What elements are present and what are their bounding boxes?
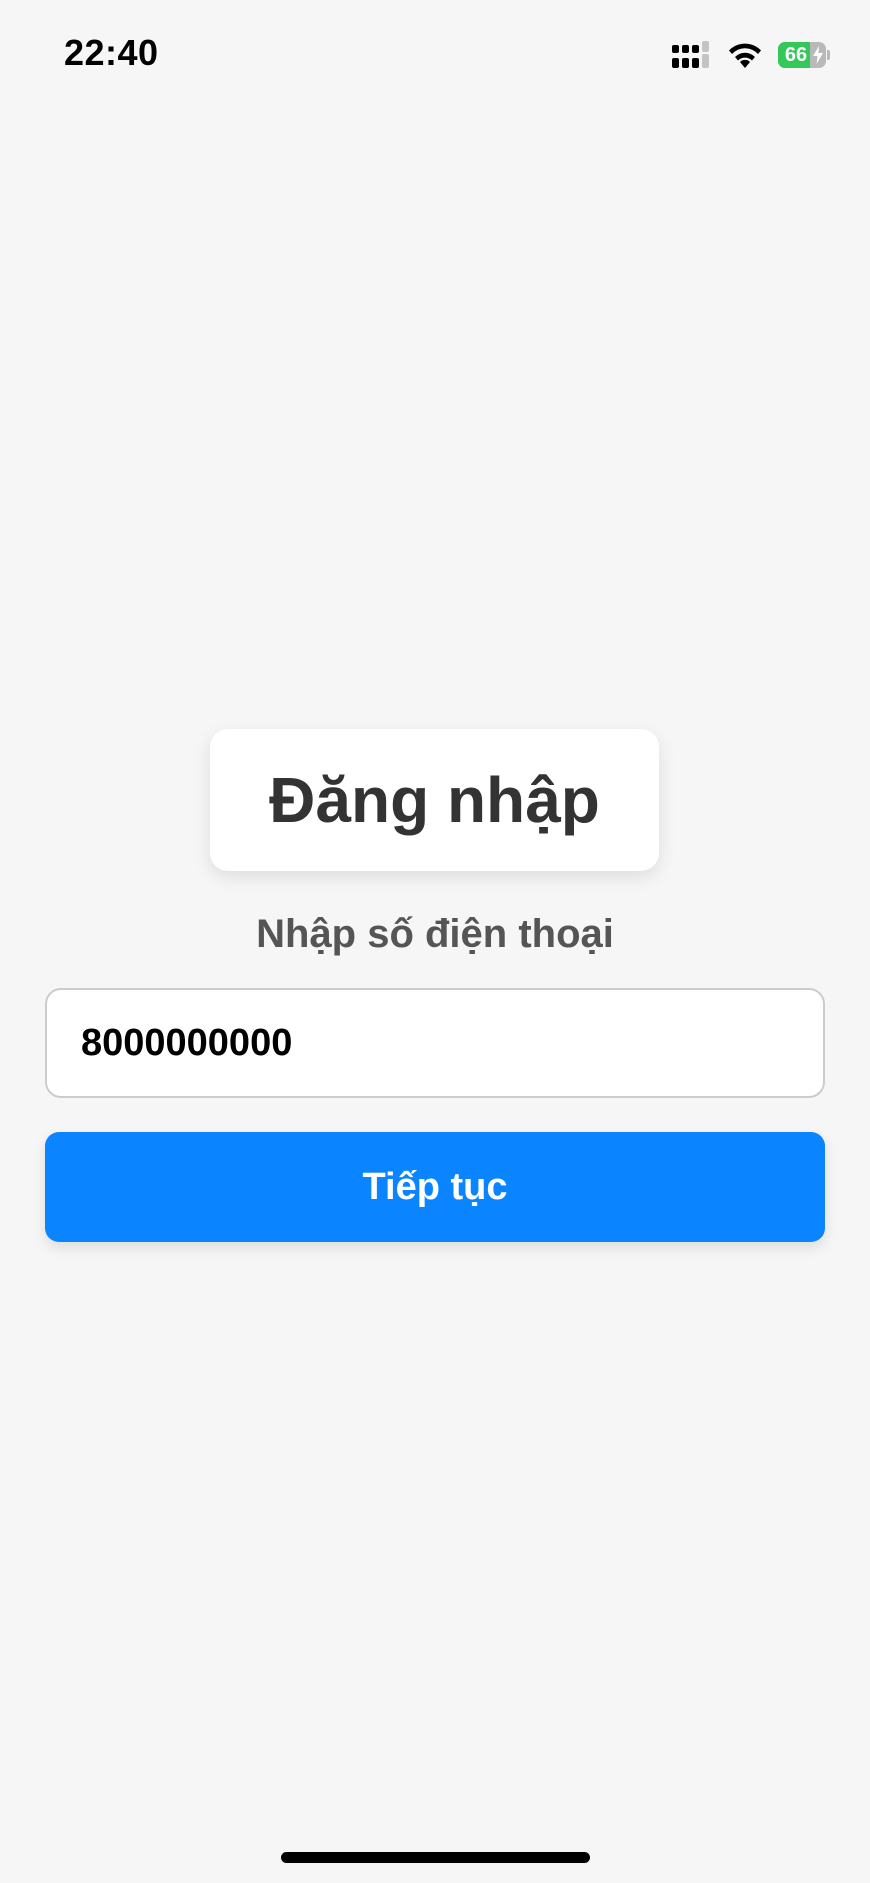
battery-icon: 66 [778, 41, 830, 69]
charging-bolt-icon [813, 46, 823, 64]
phone-label: Nhập số điện thoại [256, 912, 614, 956]
page-title: Đăng nhập [269, 764, 600, 836]
continue-button[interactable]: Tiếp tục [45, 1132, 825, 1242]
home-indicator [281, 1852, 590, 1863]
status-time: 22:40 [64, 32, 159, 73]
status-bar: 22:40 66 [0, 0, 870, 110]
battery-percent: 66 [784, 44, 808, 66]
signal-icon [672, 41, 709, 68]
title-card: Đăng nhập [210, 729, 659, 871]
phone-input[interactable] [45, 988, 825, 1098]
status-icons: 66 [672, 38, 830, 72]
wifi-icon [729, 43, 761, 68]
